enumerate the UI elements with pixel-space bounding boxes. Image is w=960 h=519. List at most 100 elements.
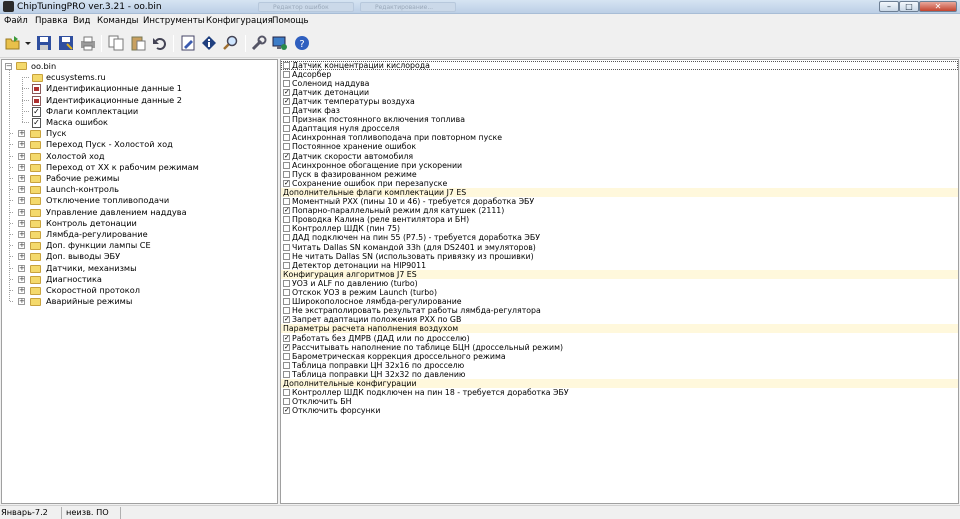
- checkbox-unchecked[interactable]: [283, 216, 290, 224]
- print-icon[interactable]: [80, 35, 96, 51]
- checkbox-checked[interactable]: ✓: [283, 343, 290, 351]
- undo-icon[interactable]: [152, 35, 168, 51]
- menu-edit[interactable]: Правка: [35, 16, 68, 27]
- title-bar[interactable]: ChipTuningPRO ver.3.21 - oo.bin Редактор…: [0, 0, 960, 14]
- tree-item[interactable]: Скоростной протокол: [46, 285, 140, 296]
- expand-toggle[interactable]: +: [18, 152, 25, 160]
- checkbox-unchecked[interactable]: [283, 243, 290, 251]
- checkbox-unchecked[interactable]: [283, 298, 290, 306]
- expand-toggle[interactable]: +: [18, 197, 25, 205]
- tree-item[interactable]: Лямбда-регулирование: [46, 229, 148, 240]
- flag-row[interactable]: Таблица поправки ЦН 32x32 по давлению: [281, 370, 958, 379]
- flag-row[interactable]: Датчик фаз: [281, 106, 958, 115]
- flag-row[interactable]: Не читать Dallas SN (использовать привяз…: [281, 252, 958, 261]
- tree-item[interactable]: Рабочие режимы: [46, 173, 119, 184]
- flag-row[interactable]: ✓ Датчик детонации: [281, 88, 958, 97]
- tree-item[interactable]: ecusystems.ru: [46, 72, 106, 83]
- checkbox-unchecked[interactable]: [283, 361, 290, 369]
- minimize-button[interactable]: –: [879, 1, 899, 12]
- monitor-icon[interactable]: [272, 35, 288, 51]
- copy-icon[interactable]: [108, 35, 124, 51]
- checkbox-unchecked[interactable]: [283, 134, 290, 142]
- checkbox-unchecked[interactable]: [283, 261, 290, 269]
- tree-item[interactable]: Датчики, механизмы: [46, 263, 137, 274]
- expand-toggle[interactable]: +: [18, 231, 25, 238]
- expand-toggle[interactable]: +: [18, 141, 25, 149]
- checkbox-checked[interactable]: ✓: [283, 152, 290, 160]
- flag-row[interactable]: Асинхронное обогащение при ускорении: [281, 161, 958, 170]
- maximize-button[interactable]: □: [899, 1, 919, 12]
- flag-row[interactable]: Контроллер ШДК подключен на пин 18 - тре…: [281, 388, 958, 397]
- flag-row[interactable]: Широкополосное лямбда-регулирование: [281, 297, 958, 306]
- menu-commands[interactable]: Команды: [97, 16, 138, 27]
- collapse-toggle[interactable]: −: [5, 63, 12, 70]
- checkbox-unchecked[interactable]: [283, 79, 290, 87]
- flag-row[interactable]: ✓ Сохранение ошибок при перезапуске: [281, 179, 958, 188]
- search-icon[interactable]: [223, 35, 239, 51]
- checkbox-checked[interactable]: ✓: [283, 334, 290, 342]
- checkbox-unchecked[interactable]: [283, 107, 290, 114]
- expand-toggle[interactable]: +: [18, 186, 25, 194]
- flag-row[interactable]: Проводка Калина (реле вентилятора и БН): [281, 215, 958, 224]
- flag-row[interactable]: Барометрическая коррекция дроссельного р…: [281, 352, 958, 361]
- flag-row[interactable]: Соленоид наддува: [281, 79, 958, 88]
- checkbox-checked[interactable]: ✓: [283, 207, 290, 215]
- expand-toggle[interactable]: +: [18, 298, 25, 306]
- tree-item[interactable]: Переход Пуск - Холостой ход: [46, 139, 173, 150]
- menu-tools[interactable]: Инструменты: [143, 16, 205, 27]
- checkbox-unchecked[interactable]: [283, 252, 290, 260]
- flag-row[interactable]: Отключить БН: [281, 397, 958, 406]
- tree-item[interactable]: Флаги комплектации: [46, 106, 138, 117]
- checkbox-checked[interactable]: ✓: [283, 179, 290, 187]
- tree-item[interactable]: Маска ошибок: [46, 117, 108, 128]
- flag-row[interactable]: Асинхронная топливоподача при повторном …: [281, 133, 958, 142]
- flag-row[interactable]: Таблица поправки ЦН 32x16 по дросселю: [281, 361, 958, 370]
- flag-row[interactable]: Контроллер ШДК (пин 75): [281, 224, 958, 233]
- flag-row[interactable]: Отскок УОЗ в режим Launch (turbo): [281, 288, 958, 297]
- checkbox-unchecked[interactable]: [283, 198, 290, 205]
- checkbox-unchecked[interactable]: [283, 398, 290, 406]
- menu-configuration[interactable]: Конфигурация: [206, 16, 273, 27]
- flag-row[interactable]: Адаптация нуля дросселя: [281, 124, 958, 133]
- flag-row[interactable]: Датчик концентрации кислорода: [281, 60, 958, 70]
- flag-row[interactable]: ✓ Датчик скорости автомобиля: [281, 152, 958, 161]
- flag-row[interactable]: Читать Dallas SN командой 33h (для DS240…: [281, 243, 958, 252]
- paste-icon[interactable]: [130, 35, 146, 51]
- save-as-icon[interactable]: [58, 35, 74, 51]
- expand-toggle[interactable]: +: [18, 208, 25, 216]
- expand-toggle[interactable]: +: [18, 242, 25, 250]
- open-icon[interactable]: [5, 35, 21, 51]
- checkbox-checked[interactable]: ✓: [283, 97, 290, 105]
- tree-item[interactable]: Идентификационные данные 1: [46, 83, 182, 94]
- tree-item[interactable]: Доп. функции лампы CE: [46, 240, 151, 251]
- expand-toggle[interactable]: +: [18, 130, 25, 138]
- checkbox-unchecked[interactable]: [283, 370, 290, 378]
- dropdown-arrow-icon[interactable]: [24, 35, 32, 51]
- flag-row[interactable]: ✓ Запрет адаптации положения РХХ по GB: [281, 315, 958, 324]
- checkbox-unchecked[interactable]: [283, 225, 290, 233]
- flag-row[interactable]: Моментный РХХ (пины 10 и 46) - требуется…: [281, 197, 958, 206]
- flag-row[interactable]: Не экстраполировать результат работы лям…: [281, 306, 958, 315]
- checkbox-unchecked[interactable]: [283, 116, 290, 124]
- info-icon[interactable]: [201, 35, 217, 51]
- checkbox-unchecked[interactable]: [283, 307, 290, 315]
- expand-toggle[interactable]: +: [18, 175, 25, 182]
- expand-toggle[interactable]: +: [18, 275, 25, 283]
- expand-toggle[interactable]: +: [18, 264, 25, 272]
- tree-item[interactable]: Управление давлением наддува: [46, 207, 187, 218]
- flag-row[interactable]: Признак постоянного включения топлива: [281, 115, 958, 124]
- tree-item[interactable]: Отключение топливоподачи: [46, 195, 169, 206]
- checkbox-unchecked[interactable]: [283, 70, 290, 78]
- flag-row[interactable]: Детектор детонации на HIP9011: [281, 261, 958, 270]
- menu-view[interactable]: Вид: [73, 16, 90, 27]
- tree-item[interactable]: Пуск: [46, 128, 66, 139]
- flag-row[interactable]: УОЗ и ALF по давлению (turbo): [281, 279, 958, 288]
- checkbox-unchecked[interactable]: [283, 61, 290, 69]
- save-icon[interactable]: [36, 35, 52, 51]
- checkbox-checked[interactable]: ✓: [283, 88, 290, 96]
- checkbox-checked[interactable]: ✓: [283, 407, 290, 415]
- flag-row[interactable]: ✓ Работать без ДМРВ (ДАД или по дросселю): [281, 334, 958, 343]
- expand-toggle[interactable]: +: [18, 219, 25, 227]
- flag-row[interactable]: Постоянное хранение ошибок: [281, 142, 958, 151]
- checkbox-unchecked[interactable]: [283, 170, 290, 178]
